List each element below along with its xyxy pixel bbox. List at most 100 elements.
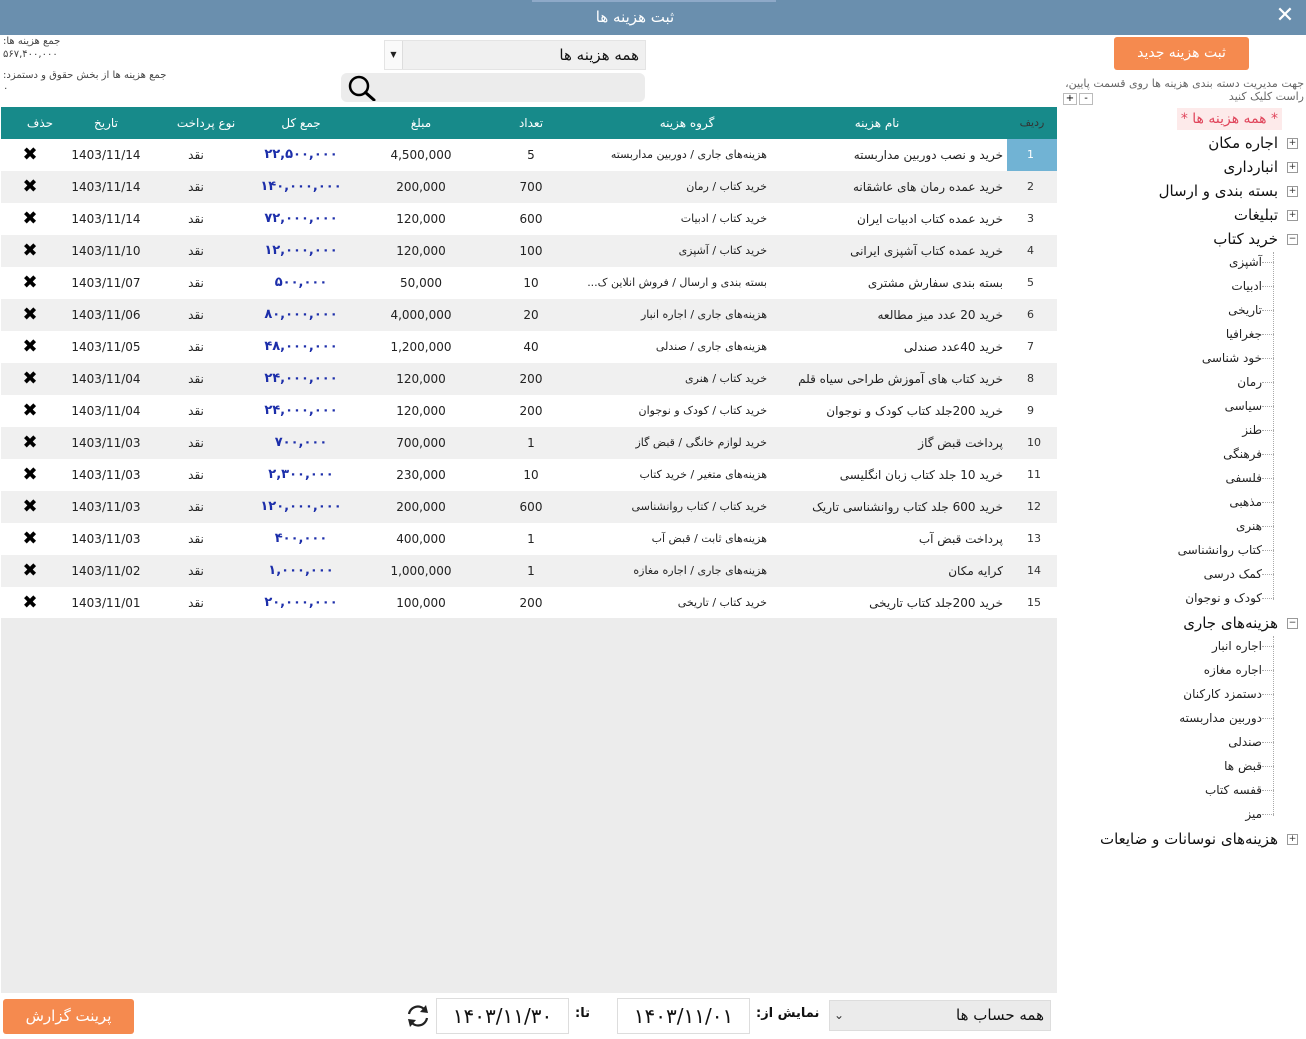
table-row[interactable]: 3 خرید عمده کتاب ادبیات ایران خرید کتاب / … (1, 203, 1057, 235)
tree-subcategory[interactable]: اجاره انبار (1212, 636, 1262, 656)
payment-type: نقد (188, 532, 204, 546)
table-row[interactable]: 5 بسته بندی سفارش مشتری بسته بندی و ارسال … (1, 267, 1057, 299)
delete-icon[interactable]: ✖ (15, 235, 45, 267)
payment-type: نقد (188, 148, 204, 162)
header-total[interactable]: جمع کل (241, 107, 361, 139)
unit-price: 120,000 (396, 404, 446, 418)
delete-icon[interactable]: ✖ (15, 555, 45, 587)
tree-subcategory[interactable]: کودک و نوجوان (1185, 588, 1262, 608)
delete-icon[interactable]: ✖ (15, 491, 45, 523)
delete-icon[interactable]: ✖ (15, 427, 45, 459)
header-date[interactable]: تاریخ (61, 107, 151, 139)
close-icon[interactable]: ✕ (1274, 5, 1296, 27)
row-index: 12 (1027, 500, 1041, 513)
delete-icon[interactable]: ✖ (15, 139, 45, 171)
search-icon[interactable] (345, 75, 379, 101)
tree-category[interactable]: انبارداری (1223, 156, 1278, 178)
table-row[interactable]: 12 خرید 600 جلد کتاب روانشناسی تاریک خرید … (1, 491, 1057, 523)
tree-subcategory[interactable]: مذهبی (1229, 492, 1262, 512)
header-delete[interactable]: حذف (15, 107, 65, 139)
delete-icon[interactable]: ✖ (15, 523, 45, 555)
tree-subcategory[interactable]: خود شناسی (1202, 348, 1262, 368)
collapse-icon[interactable]: − (1287, 618, 1298, 629)
expand-icon[interactable]: + (1287, 138, 1298, 149)
delete-icon[interactable]: ✖ (15, 203, 45, 235)
table-row[interactable]: 1 خرید و نصب دوربین مداربسته هزینه‌های جار… (1, 139, 1057, 171)
tree-all-expenses[interactable]: * همه هزینه ها * (1176, 108, 1282, 130)
tree-subcategory[interactable]: دستمزد کارکنان (1183, 684, 1262, 704)
header-name[interactable]: نام هزینه (777, 107, 977, 139)
table-row[interactable]: 10 پرداخت قبض گاز خرید لوازم خانگی / قبض گ… (1, 427, 1057, 459)
delete-icon[interactable]: ✖ (15, 459, 45, 491)
tree-category[interactable]: هزینه‌های نوسانات و ضایعات (1100, 828, 1278, 850)
tree-category[interactable]: تبلیغات (1234, 204, 1278, 226)
tree-subcategory[interactable]: قفسه کتاب (1205, 780, 1262, 800)
table-row[interactable]: 14 کرایه مکان هزینه‌های جاری / اجاره مغازه… (1, 555, 1057, 587)
table-row[interactable]: 6 خرید 20 عدد میز مطالعه هزینه‌های جاری / … (1, 299, 1057, 331)
expense-date: 1403/11/06 (71, 308, 141, 322)
tree-category[interactable]: هزینه‌های جاری (1183, 612, 1278, 634)
expand-all-button[interactable]: + (1063, 93, 1077, 105)
tree-category[interactable]: خرید کتاب (1213, 228, 1278, 250)
table-row[interactable]: 9 خرید 200جلد کتاب کودک و نوجوان خرید کتاب… (1, 395, 1057, 427)
tree-subcategory[interactable]: طنز (1242, 420, 1262, 440)
delete-icon[interactable]: ✖ (15, 395, 45, 427)
expand-icon[interactable]: + (1287, 162, 1298, 173)
account-filter-select[interactable]: ⌄ همه حساب ها (829, 1000, 1051, 1031)
tree-subcategory[interactable]: ادبیات (1231, 276, 1262, 296)
tree-subcategory[interactable]: رمان (1237, 372, 1262, 392)
search-input[interactable] (381, 75, 639, 99)
tree-subcategory[interactable]: سیاسی (1225, 396, 1262, 416)
tree-subcategory[interactable]: کتاب روانشناسی (1178, 540, 1262, 560)
tree-subcategory[interactable]: فرهنگی (1223, 444, 1262, 464)
tree-subcategory[interactable]: قبض ها (1224, 756, 1262, 776)
tree-category[interactable]: اجاره مکان (1208, 132, 1278, 154)
chevron-down-icon[interactable]: ⌄ (834, 1001, 848, 1030)
quantity: 200 (519, 404, 543, 418)
table-row[interactable]: 4 خرید عمده کتاب آشپزی ایرانی خرید کتاب / … (1, 235, 1057, 267)
delete-icon[interactable]: ✖ (15, 363, 45, 395)
collapse-icon[interactable]: − (1287, 234, 1298, 245)
expense-date: 1403/11/10 (71, 244, 141, 258)
tree-subcategory[interactable]: آشپزی (1229, 252, 1262, 272)
expand-icon[interactable]: + (1287, 186, 1298, 197)
tree-subcategory[interactable]: تاریخی (1228, 300, 1262, 320)
expand-icon[interactable]: + (1287, 834, 1298, 845)
delete-icon[interactable]: ✖ (15, 299, 45, 331)
tree-subcategory[interactable]: اجاره مغازه (1204, 660, 1262, 680)
table-row[interactable]: 7 خرید 40عدد صندلی هزینه‌های جاری / صندلی 4… (1, 331, 1057, 363)
table-row[interactable]: 13 پرداخت قبض آب هزینه‌های ثابت / قبض آب 1 4… (1, 523, 1057, 555)
tree-subcategory[interactable]: صندلی (1228, 732, 1262, 752)
expense-date: 1403/11/03 (71, 436, 141, 450)
header-qty[interactable]: تعداد (491, 107, 571, 139)
header-idx[interactable]: ردیف (1007, 107, 1057, 139)
tree-subcategory[interactable]: جغرافیا (1226, 324, 1262, 344)
unit-price: 200,000 (396, 180, 446, 194)
header-group[interactable]: گروه هزینه (587, 107, 787, 139)
table-row[interactable]: 8 خرید کتاب های آموزش طراحی سیاه قلم خرید … (1, 363, 1057, 395)
category-filter-select[interactable]: ▼ همه هزینه ها (384, 40, 646, 70)
collapse-all-button[interactable]: - (1079, 93, 1093, 105)
header-price[interactable]: مبلغ (361, 107, 481, 139)
table-row[interactable]: 15 خرید 200جلد کتاب تاریخی خرید کتاب / تار… (1, 587, 1057, 619)
print-report-button[interactable]: پرینت گزارش (3, 999, 134, 1034)
tree-subcategory[interactable]: هنری (1236, 516, 1262, 536)
tree-subcategory[interactable]: دوربین مداربسته (1179, 708, 1262, 728)
delete-icon[interactable]: ✖ (15, 171, 45, 203)
tree-category[interactable]: بسته بندی و ارسال (1159, 180, 1278, 202)
from-date-field[interactable]: ۱۴۰۳/۱۱/۰۱ (617, 998, 750, 1034)
tree-subcategory[interactable]: فلسفی (1226, 468, 1263, 488)
to-date-field[interactable]: ۱۴۰۳/۱۱/۳۰ (436, 998, 569, 1034)
delete-icon[interactable]: ✖ (15, 587, 45, 619)
expand-icon[interactable]: + (1287, 210, 1298, 221)
dropdown-arrow-icon[interactable]: ▼ (385, 41, 403, 69)
header-payment-type[interactable]: نوع پرداخت (161, 107, 251, 139)
tree-subcategory[interactable]: کمک درسی (1204, 564, 1262, 584)
tree-subcategory[interactable]: میز (1245, 804, 1262, 824)
delete-icon[interactable]: ✖ (15, 267, 45, 299)
refresh-icon[interactable] (404, 1003, 432, 1029)
table-row[interactable]: 2 خرید عمده رمان های عاشقانه خرید کتاب / ر… (1, 171, 1057, 203)
new-expense-button[interactable]: ثبت هزینه جدید (1114, 37, 1249, 70)
delete-icon[interactable]: ✖ (15, 331, 45, 363)
table-row[interactable]: 11 خرید 10 جلد کتاب زبان انگلیسی هزینه‌های… (1, 459, 1057, 491)
